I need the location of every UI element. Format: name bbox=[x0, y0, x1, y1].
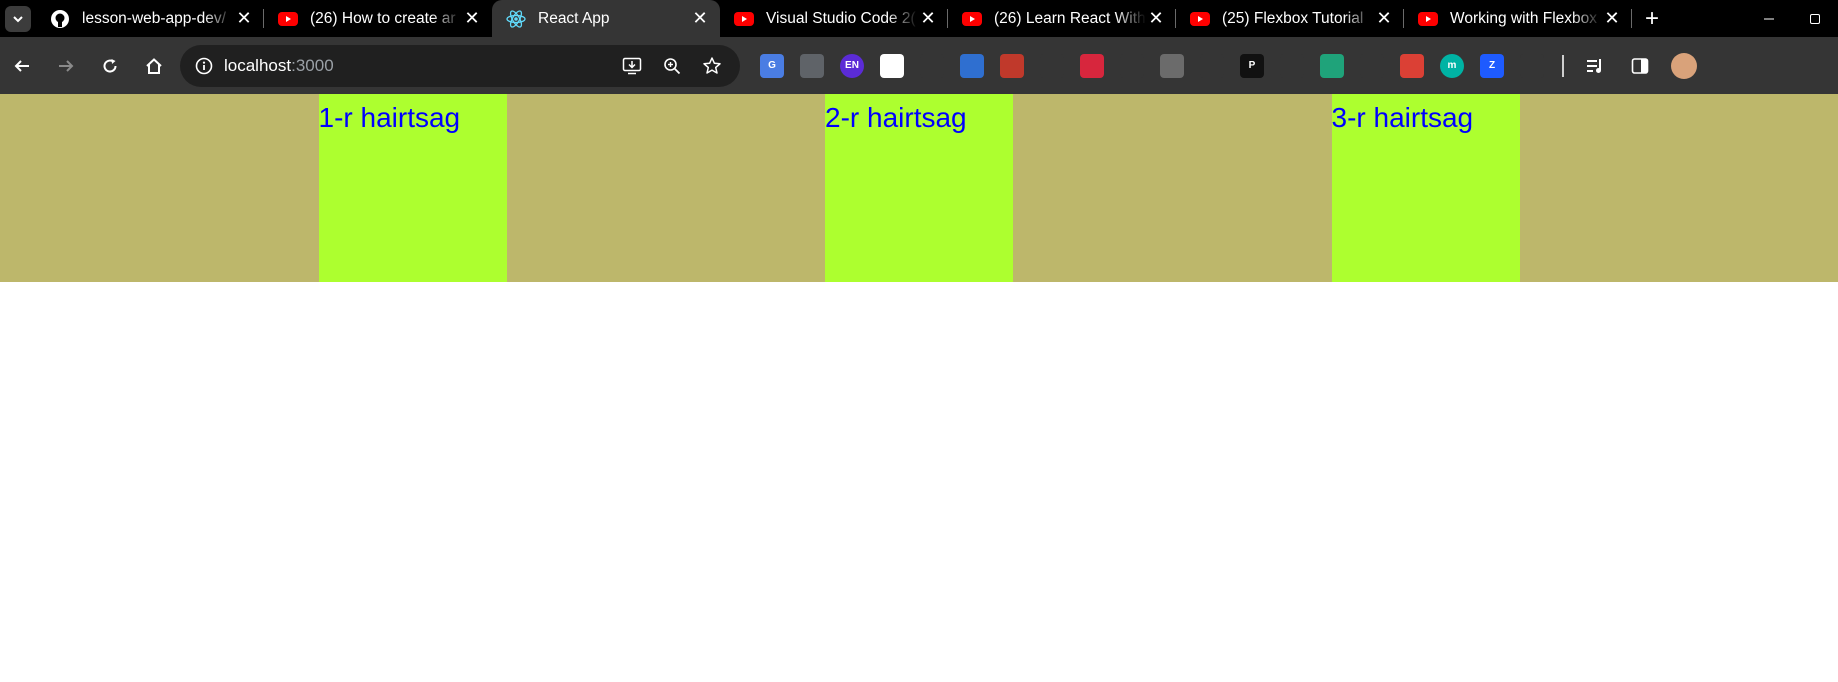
tab-search-button[interactable] bbox=[5, 5, 31, 32]
reload-button[interactable] bbox=[88, 44, 132, 88]
close-icon[interactable]: ✕ bbox=[1602, 8, 1622, 29]
plus-icon: + bbox=[1644, 4, 1659, 32]
toolbar-divider bbox=[1562, 54, 1564, 77]
arrow-left-icon bbox=[14, 59, 29, 72]
tab-title: (25) Flexbox Tutorial bbox=[1222, 9, 1364, 27]
address-url[interactable]: localhost:3000 bbox=[224, 56, 334, 76]
flex-item: 2-r hairtsag bbox=[825, 94, 1013, 282]
tab-title: (26) Learn React With bbox=[994, 9, 1146, 27]
tab-title: Visual Studio Code 2( bbox=[766, 9, 916, 27]
browser-tab[interactable]: (26) How to create ar ✕ bbox=[264, 0, 492, 37]
chevron-down-icon bbox=[13, 15, 23, 22]
side-panel-button[interactable] bbox=[1618, 44, 1662, 88]
avatar bbox=[1671, 52, 1697, 79]
browser-tab[interactable]: (26) Learn React With ✕ bbox=[948, 0, 1176, 37]
teal-download-icon[interactable] bbox=[1320, 53, 1344, 78]
install-app-icon[interactable] bbox=[612, 57, 652, 75]
google-translate-icon[interactable]: G bbox=[760, 53, 784, 78]
white-shape-icon[interactable] bbox=[880, 53, 904, 78]
zoom-icon[interactable] bbox=[652, 57, 692, 75]
back-button[interactable] bbox=[0, 44, 44, 88]
blue-arrow-down-icon[interactable] bbox=[1360, 53, 1384, 78]
arrow-right-icon bbox=[59, 59, 74, 72]
mouse-icon[interactable] bbox=[1280, 53, 1304, 78]
p-extension-icon[interactable]: P bbox=[1240, 53, 1264, 78]
youtube-icon bbox=[1418, 9, 1438, 29]
m-extension-icon[interactable]: m bbox=[1440, 53, 1464, 78]
home-button[interactable] bbox=[132, 44, 176, 88]
en-extension-icon[interactable]: EN bbox=[840, 53, 864, 78]
reload-icon bbox=[103, 58, 117, 73]
minimize-button[interactable] bbox=[1746, 0, 1792, 37]
react-icon bbox=[506, 9, 526, 29]
restore-icon bbox=[1810, 13, 1820, 24]
close-icon[interactable]: ✕ bbox=[462, 8, 482, 29]
flex-container: 1-r hairtsag 2-r hairtsag 3-r hairtsag bbox=[0, 94, 1838, 282]
owl-icon[interactable] bbox=[1520, 53, 1544, 78]
close-icon[interactable]: ✕ bbox=[690, 8, 710, 29]
tab-search bbox=[0, 0, 36, 37]
z-extension-icon[interactable]: Z bbox=[1480, 53, 1504, 78]
green-arrow-icon[interactable] bbox=[1200, 53, 1224, 78]
tab-list: lesson-web-app-dev/ ✕ (26) How to create… bbox=[36, 0, 1632, 37]
url-host: localhost bbox=[224, 55, 292, 75]
new-tab-button[interactable]: + bbox=[1632, 0, 1672, 37]
site-info-icon[interactable] bbox=[184, 57, 224, 75]
tab-title: lesson-web-app-dev/ bbox=[82, 9, 226, 27]
close-icon[interactable]: ✕ bbox=[1374, 8, 1394, 29]
youtube-icon bbox=[962, 9, 982, 29]
extensions-bar: G EN Pm Z bbox=[752, 53, 1552, 78]
download-arrow-icon[interactable] bbox=[1040, 53, 1064, 78]
browser-tab[interactable]: Visual Studio Code 2( ✕ bbox=[720, 0, 948, 37]
tab-title: (26) How to create ar bbox=[310, 9, 456, 27]
side-panel-icon bbox=[1631, 57, 1649, 74]
music-queue-icon bbox=[1587, 58, 1601, 73]
browser-tab[interactable]: lesson-web-app-dev/ ✕ bbox=[36, 0, 264, 37]
profile-button[interactable] bbox=[1662, 44, 1706, 88]
page-viewport: 1-r hairtsag 2-r hairtsag 3-r hairtsag bbox=[0, 94, 1838, 682]
tab-title: React App bbox=[538, 9, 610, 27]
flex-item: 3-r hairtsag bbox=[1331, 94, 1520, 282]
minimize-icon bbox=[1764, 18, 1774, 19]
tab-title: Working with Flexbox bbox=[1450, 9, 1598, 27]
browser-tab-active[interactable]: React App ✕ bbox=[492, 0, 720, 37]
mendeley-icon[interactable] bbox=[1080, 53, 1104, 78]
url-port: :3000 bbox=[291, 55, 334, 75]
address-bar-actions bbox=[612, 45, 732, 87]
tab-divider bbox=[1631, 9, 1632, 28]
blue-gem-icon[interactable] bbox=[1120, 53, 1144, 78]
bird-icon[interactable] bbox=[920, 53, 944, 78]
home-icon bbox=[146, 57, 162, 74]
github-icon bbox=[50, 9, 70, 29]
bookmark-star-icon[interactable] bbox=[692, 56, 732, 76]
grey-bookmark-icon[interactable] bbox=[1160, 53, 1184, 78]
youtube-icon bbox=[278, 9, 298, 29]
flex-item: 1-r hairtsag bbox=[318, 94, 507, 282]
close-icon[interactable]: ✕ bbox=[1146, 8, 1166, 29]
todoist-icon[interactable] bbox=[1400, 53, 1424, 78]
forward-button[interactable] bbox=[44, 44, 88, 88]
browser-tab[interactable]: (25) Flexbox Tutorial ✕ bbox=[1176, 0, 1404, 37]
youtube-icon bbox=[1190, 9, 1210, 29]
close-icon[interactable]: ✕ bbox=[234, 8, 254, 29]
document-icon[interactable] bbox=[800, 53, 824, 78]
window-controls bbox=[1746, 0, 1838, 37]
youtube-icon bbox=[734, 9, 754, 29]
red-book-icon[interactable] bbox=[1000, 53, 1024, 78]
browser-toolbar: localhost:3000 G EN Pm Z bbox=[0, 37, 1838, 94]
maximize-button[interactable] bbox=[1792, 0, 1838, 37]
stack-icon[interactable] bbox=[960, 53, 984, 78]
browser-tab[interactable]: Working with Flexbox ✕ bbox=[1404, 0, 1632, 37]
media-controls-button[interactable] bbox=[1574, 44, 1618, 88]
close-icon[interactable]: ✕ bbox=[918, 8, 938, 29]
tab-strip: lesson-web-app-dev/ ✕ (26) How to create… bbox=[0, 0, 1838, 37]
address-bar[interactable]: localhost:3000 bbox=[180, 44, 740, 87]
